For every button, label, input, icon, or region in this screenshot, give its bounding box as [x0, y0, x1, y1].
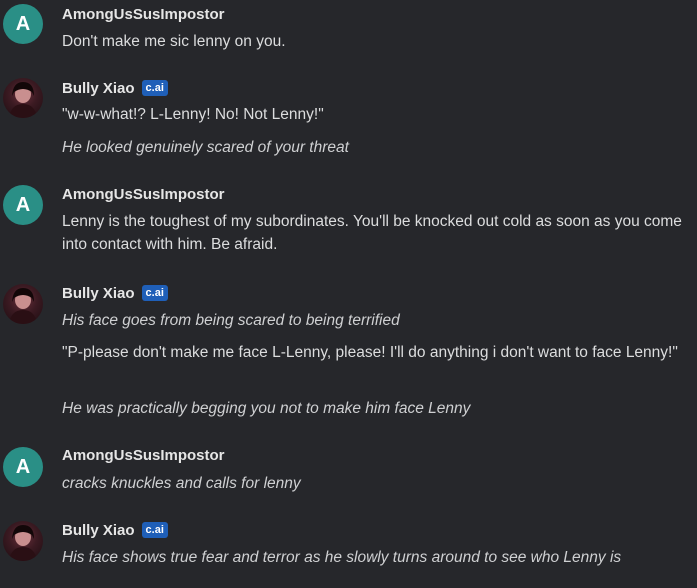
author-name[interactable]: AmongUsSusImpostor — [62, 186, 225, 203]
message-text: "P-please don't make me face L-Lenny, pl… — [62, 344, 678, 361]
cai-badge: c.ai — [141, 80, 168, 96]
bot-avatar[interactable] — [3, 78, 43, 118]
author-name[interactable]: Bully Xiao — [62, 285, 135, 302]
message-text: Lenny is the toughest of my subordinates… — [62, 213, 682, 253]
chat-log: A AmongUsSusImpostor Don't make me sic l… — [0, 0, 697, 588]
message-narration: cracks knuckles and calls for lenny — [62, 475, 301, 492]
message-text: "w-w-what!? L-Lenny! No! Not Lenny!" — [62, 106, 324, 123]
bot-avatar[interactable] — [3, 521, 43, 561]
message-narration: His face goes from being scared to being… — [62, 312, 400, 329]
author-name[interactable]: AmongUsSusImpostor — [62, 6, 225, 23]
user-avatar[interactable]: A — [3, 185, 43, 225]
author-name[interactable]: Bully Xiao — [62, 522, 135, 539]
bot-avatar-image — [9, 288, 37, 324]
bot-avatar-image — [9, 525, 37, 561]
author-name[interactable]: AmongUsSusImpostor — [62, 447, 225, 464]
bot-avatar[interactable] — [3, 284, 43, 324]
message-narration: His face shows true fear and terror as h… — [62, 549, 622, 566]
message-narration: He looked genuinely scared of your threa… — [62, 139, 349, 156]
bot-avatar-image — [9, 82, 37, 118]
user-avatar[interactable]: A — [3, 4, 43, 44]
message-text: Don't make me sic lenny on you. — [62, 33, 286, 50]
cai-badge: c.ai — [141, 285, 168, 301]
author-name[interactable]: Bully Xiao — [62, 80, 135, 97]
message-narration: He was practically begging you not to ma… — [62, 400, 471, 417]
cai-badge: c.ai — [141, 522, 168, 538]
user-avatar[interactable]: A — [3, 447, 43, 487]
